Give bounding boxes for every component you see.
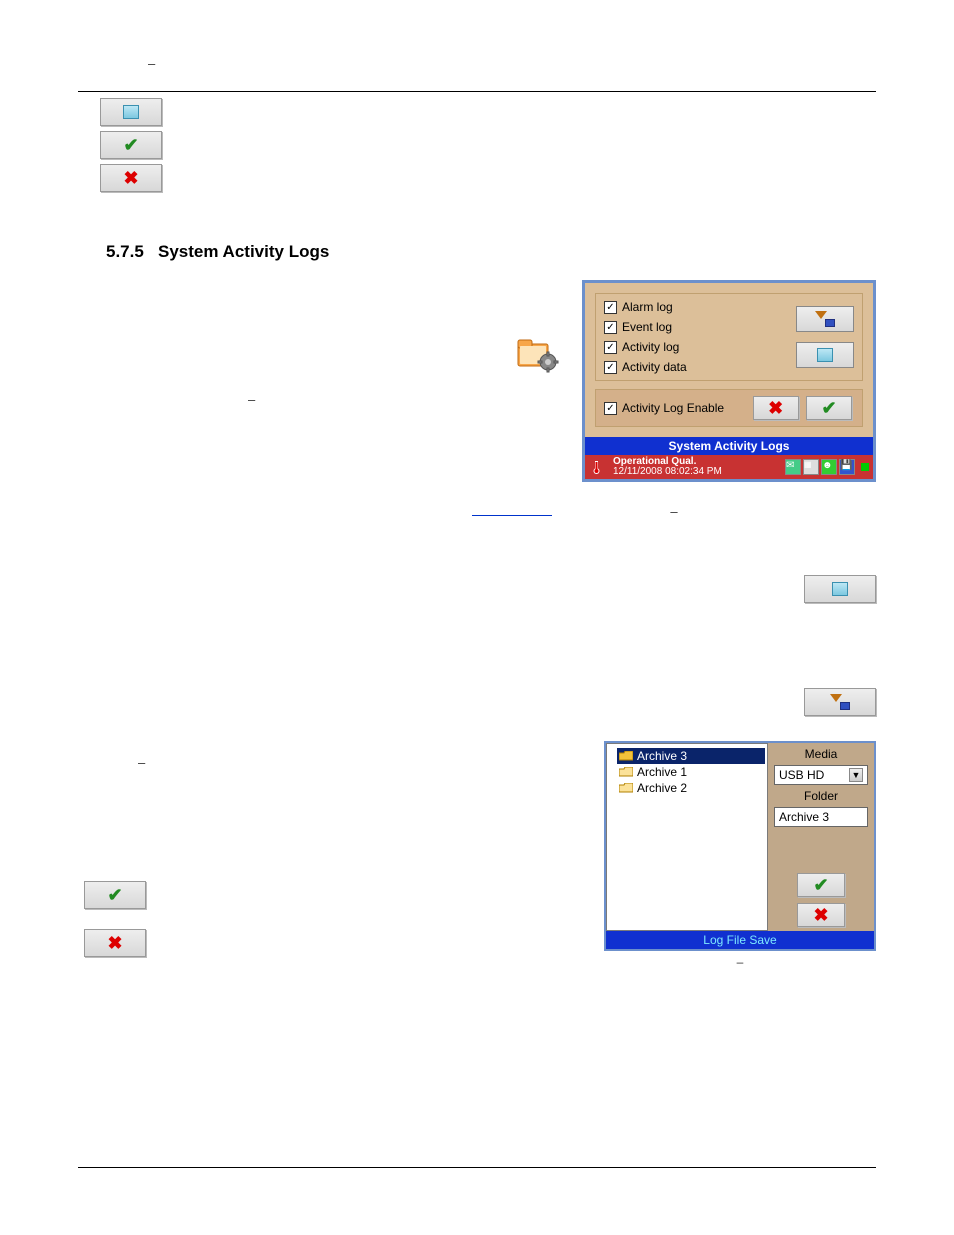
record-dot-icon <box>861 463 869 471</box>
status-bar: Operational Qual. 12/11/2008 08:02:34 PM… <box>585 455 873 479</box>
checkbox-icon: ✓ <box>604 402 617 415</box>
checkbox-icon: ✓ <box>604 301 617 314</box>
cancel-button[interactable]: ✖ <box>100 164 162 192</box>
home-button[interactable] <box>100 98 162 126</box>
status-line2: 12/11/2008 08:02:34 PM <box>613 467 722 477</box>
enable-label: Activity Log Enable <box>622 401 724 415</box>
xmark-icon: ✖ <box>768 398 783 419</box>
checkmark-icon: ✔ <box>821 398 836 419</box>
folder-input[interactable]: Archive 3 <box>774 807 868 827</box>
export-button[interactable] <box>796 306 854 332</box>
folder-open-icon <box>619 751 633 762</box>
section-title: System Activity Logs <box>158 242 329 261</box>
log-checkbox-panel: ✓ Alarm log ✓ Event log ✓ Activity log <box>595 293 863 381</box>
folder-value: Archive 3 <box>779 810 829 824</box>
media-value: USB HD <box>779 768 824 782</box>
xmark-icon: ✖ <box>123 168 138 189</box>
xmark-icon: ✖ <box>813 905 828 926</box>
user-icon[interactable]: ☻ <box>821 459 837 475</box>
blank-link[interactable] <box>472 504 552 516</box>
media-select[interactable]: USB HD ▼ <box>774 765 868 785</box>
section-number: 5.7.5 <box>106 242 144 261</box>
panel-cancel-button[interactable]: ✖ <box>753 396 799 420</box>
folder-tree[interactable]: Archive 3 Archive 1 Archive 2 <box>606 743 768 931</box>
event-log-label: Event log <box>622 320 672 334</box>
tree-item-archive1[interactable]: Archive 1 <box>617 764 765 780</box>
folder-icon <box>619 783 633 794</box>
home-button-window[interactable] <box>796 342 854 368</box>
checkbox-icon: ✓ <box>604 321 617 334</box>
cyan-box-icon <box>832 582 848 596</box>
top-dash: – <box>148 56 876 71</box>
home-button-right1[interactable] <box>804 575 876 603</box>
activity-log-label: Activity log <box>622 340 679 354</box>
checkmark-icon: ✔ <box>813 875 828 896</box>
right-panel: Media USB HD ▼ Folder Archive 3 ✔ <box>768 743 874 931</box>
export-icon <box>815 311 835 327</box>
cancel-button-2[interactable]: ✖ <box>84 929 146 957</box>
status-icons: ✉ ▦ ☻ 💾 <box>785 459 869 475</box>
tree-item-archive2[interactable]: Archive 2 <box>617 780 765 796</box>
confirm-button-2[interactable]: ✔ <box>84 881 146 909</box>
log-file-save-window: Archive 3 Archive 1 Archive 2 <box>604 741 876 951</box>
enable-row: ✓ Activity Log Enable ✖ ✔ <box>595 389 863 427</box>
tree-item-archive3[interactable]: Archive 3 <box>617 748 765 764</box>
header-rule <box>78 91 876 92</box>
activity-log-checkbox[interactable]: ✓ Activity log <box>604 340 687 354</box>
folder-icon <box>619 767 633 778</box>
dropdown-arrow-icon: ▼ <box>849 768 863 782</box>
save-window-title: Log File Save <box>606 931 874 949</box>
activity-data-checkbox[interactable]: ✓ Activity data <box>604 360 687 374</box>
panel-confirm-button[interactable]: ✔ <box>806 396 852 420</box>
body-dash-a: – <box>248 392 255 407</box>
folder-gear-icon <box>516 334 560 374</box>
tree-item-label: Archive 3 <box>637 749 687 763</box>
shot2-caption: – <box>604 955 876 969</box>
shot1-caption: – <box>670 504 677 519</box>
save-cancel-button[interactable]: ✖ <box>797 903 845 927</box>
activity-log-enable-checkbox[interactable]: ✓ Activity Log Enable <box>604 401 724 415</box>
body-dash-b: – <box>138 755 145 770</box>
folder-label: Folder <box>774 789 868 803</box>
event-log-checkbox[interactable]: ✓ Event log <box>604 320 687 334</box>
alarm-log-label: Alarm log <box>622 300 673 314</box>
thermometer-icon <box>589 460 605 474</box>
checkmark-icon: ✔ <box>107 885 122 906</box>
disk-icon[interactable]: 💾 <box>839 459 855 475</box>
alarm-log-checkbox[interactable]: ✓ Alarm log <box>604 300 687 314</box>
grid-icon[interactable]: ▦ <box>803 459 819 475</box>
section-heading: 5.7.5 System Activity Logs <box>106 242 876 262</box>
tree-item-label: Archive 1 <box>637 765 687 779</box>
xmark-icon: ✖ <box>107 933 122 954</box>
media-label: Media <box>774 747 868 761</box>
mail-icon[interactable]: ✉ <box>785 459 801 475</box>
export-button-right[interactable] <box>804 688 876 716</box>
footer-rule <box>78 1167 876 1168</box>
checkbox-icon: ✓ <box>604 341 617 354</box>
tree-item-label: Archive 2 <box>637 781 687 795</box>
save-confirm-button[interactable]: ✔ <box>797 873 845 897</box>
export-icon <box>830 694 850 710</box>
cyan-box-icon <box>123 105 139 119</box>
cyan-box-icon <box>817 348 833 362</box>
activity-data-label: Activity data <box>622 360 687 374</box>
confirm-button[interactable]: ✔ <box>100 131 162 159</box>
system-activity-logs-window: ✓ Alarm log ✓ Event log ✓ Activity log <box>582 280 876 482</box>
checkbox-icon: ✓ <box>604 361 617 374</box>
checkmark-icon: ✔ <box>123 135 138 156</box>
window-titlebar: System Activity Logs <box>585 437 873 455</box>
